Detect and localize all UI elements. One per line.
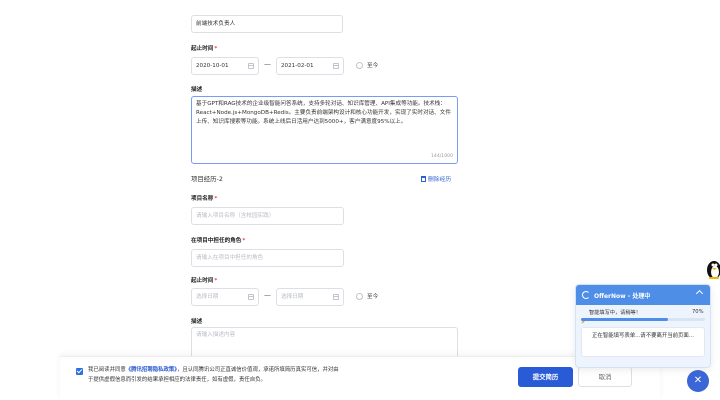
present2-label: 至今 [367,294,379,300]
period2-label: 起止时间* [191,278,218,284]
project-role-input[interactable]: 前端技术负责人 [191,15,343,33]
description2-placeholder: 请输入描述内容 [196,332,236,338]
trash-icon [421,176,426,182]
submit-bar: 我已阅读并同意《腾讯招聘隐私政策》，且认同腾讯公司正直诚信价值观，承诺所填简历真… [60,356,660,400]
agree-checkbox[interactable] [76,368,83,375]
penguin-icon[interactable] [705,258,720,280]
start-date-input[interactable]: 2020-10-01 [191,57,259,75]
project-section-title: 项目经历-2 [191,175,223,183]
end-date-value: 2021-02-01 [281,63,314,69]
calendar-icon [333,63,339,69]
chevron-up-icon[interactable] [695,289,704,298]
progress-label: 70% [692,309,704,315]
start-date2-input[interactable]: 选择日期 [191,288,259,306]
end-date2-placeholder: 选择日期 [281,294,304,300]
project2-role-placeholder: 请输入在项目中担任的角色 [196,255,264,261]
period-label: 起止时间* [191,46,218,52]
present2-radio[interactable] [356,293,363,300]
project-name-label: 项目名称* [191,196,218,202]
calendar-icon [333,294,339,300]
spinner-icon [582,291,590,299]
description2-label: 描述 [191,319,203,325]
present-radio[interactable] [356,62,363,69]
project-name-input[interactable]: 请输入项目名称（含校园实践） [191,207,344,225]
end-date-input[interactable]: 2021-02-01 [276,57,344,75]
close-icon: ✕ [693,375,703,386]
close-fab-button[interactable]: ✕ [687,370,709,392]
progress-track [581,318,705,321]
description-textarea[interactable]: 基于GPT和RAG技术的企业级智能问答系统，支持多轮对话、知识库管理、API集成… [191,96,458,164]
assistant-panel: OfferNow - 处理中 智能填写中，请稍等！ 70% 正在智能填写表单..… [575,284,711,368]
delete-experience-button[interactable]: 删除经历 [421,174,451,183]
status-text: 智能填写中，请稍等！ [589,310,641,316]
project2-role-input[interactable]: 请输入在项目中担任的角色 [191,249,344,267]
end-date2-input[interactable]: 选择日期 [276,288,344,306]
privacy-policy-link[interactable]: 《腾讯招聘隐私政策》 [126,367,177,373]
project-role-value: 前端技术负责人 [196,21,236,27]
assistant-header[interactable]: OfferNow - 处理中 [576,285,710,305]
agreement-text: 我已阅读并同意《腾讯招聘隐私政策》，且认同腾讯公司正直诚信价值观，承诺所填简历真… [88,367,339,383]
cancel-button[interactable]: 取消 [578,367,632,387]
assistant-title: OfferNow - 处理中 [594,293,651,300]
pencil-icon [581,309,587,324]
calendar-icon [248,294,254,300]
project-name-placeholder: 请输入项目名称（含校园实践） [196,213,275,219]
present-label: 至今 [367,63,379,69]
start-date-value: 2020-10-01 [196,63,229,69]
char-counter: 144/1000 [430,154,453,159]
start-date2-placeholder: 选择日期 [196,294,219,300]
progress-fill [581,318,668,321]
description-text: 基于GPT和RAG技术的企业级智能问答系统，支持多轮对话、知识库管理、API集成… [196,101,451,125]
description-label: 描述 [191,87,203,93]
project-role-label: 在项目中担任的角色* [191,238,246,244]
processing-notice: 正在智能填写表单...请不要离开当前页面... [581,327,705,357]
calendar-icon [248,63,254,69]
date2-separator: — [264,291,271,299]
date-separator: — [264,60,271,68]
submit-resume-button[interactable]: 提交简历 [518,367,573,387]
